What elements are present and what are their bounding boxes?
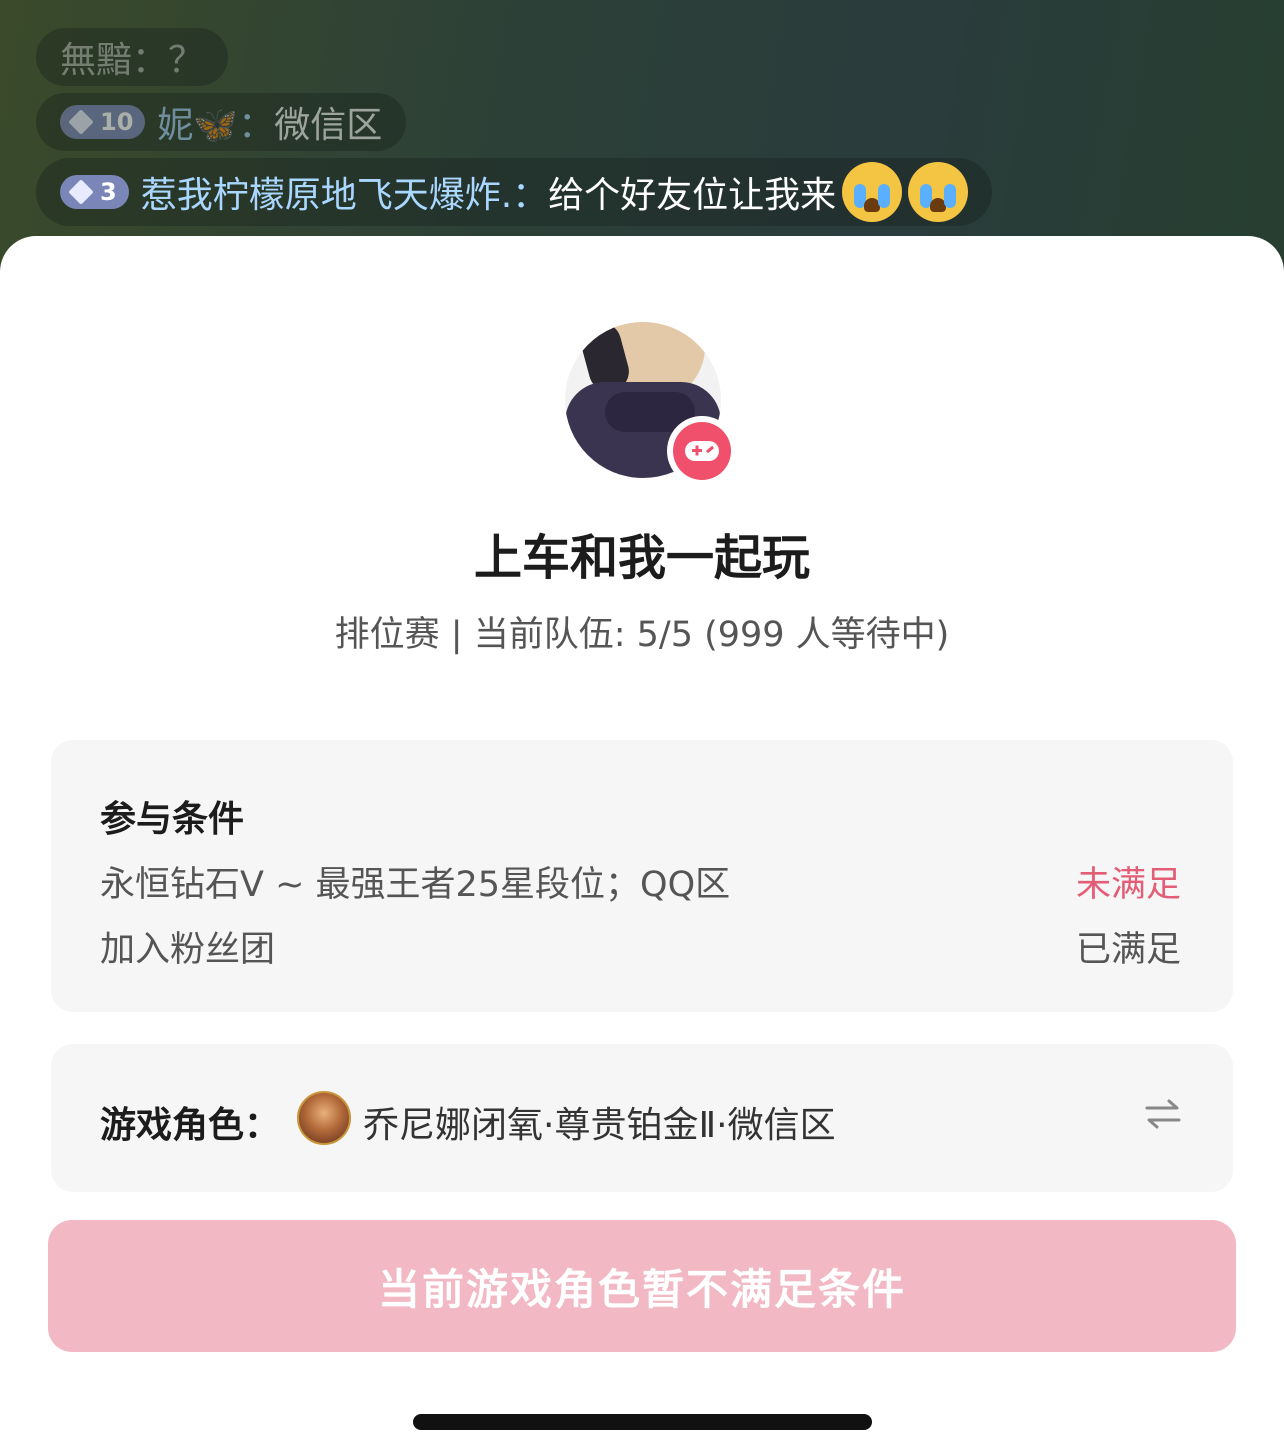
chat-message: 3 惹我柠檬原地飞天爆炸.： 给个好友位让我来	[36, 158, 993, 226]
fan-level-badge: 3	[60, 175, 129, 209]
host-avatar	[565, 322, 737, 486]
chat-message: 無黯： ？	[36, 28, 229, 86]
game-character-avatar	[297, 1091, 351, 1145]
team-status-subtitle: 排位赛 | 当前队伍: 5/5 (999 人等待中)	[334, 615, 950, 655]
swap-icon[interactable]	[1143, 1094, 1183, 1134]
join-team-sheet: 上车和我一起玩 排位赛 | 当前队伍: 5/5 (999 人等待中) 参与条件 …	[0, 236, 1284, 1449]
chat-text: ？	[168, 40, 205, 81]
condition-label: 永恒钻石Ⅴ ~ 最强王者25星段位；QQ区	[100, 865, 731, 905]
game-role-value: 乔尼娜闭氧·尊贵铂金Ⅱ·微信区	[363, 1105, 836, 1146]
condition-label: 加入粉丝团	[100, 930, 276, 970]
condition-status: 未满足	[1075, 865, 1181, 905]
chat-username: 無黯：	[60, 40, 169, 81]
join-button-disabled[interactable]: 当前游戏角色暂不满足条件	[48, 1220, 1236, 1352]
game-role-card[interactable]: 游戏角色： 乔尼娜闭氧·尊贵铂金Ⅱ·微信区	[51, 1044, 1233, 1192]
gamepad-icon	[667, 416, 737, 486]
fan-level-badge: 10	[60, 105, 146, 139]
chat-username: 妮🦋：	[157, 105, 275, 146]
diamond-icon	[68, 109, 94, 135]
game-role-label: 游戏角色：	[100, 1105, 281, 1146]
condition-row: 永恒钻石Ⅴ ~ 最强王者25星段位；QQ区 未满足	[100, 856, 1181, 907]
crying-face-icon	[908, 162, 969, 222]
conditions-heading: 参与条件	[100, 799, 245, 840]
condition-status: 已满足	[1075, 930, 1181, 970]
chat-message: 10 妮🦋： 微信区	[36, 93, 407, 151]
conditions-card: 参与条件 永恒钻石Ⅴ ~ 最强王者25星段位；QQ区 未满足 加入粉丝团 已满足	[51, 740, 1233, 1012]
chat-username: 惹我柠檬原地飞天爆炸.：	[140, 175, 549, 216]
sheet-title: 上车和我一起玩	[473, 530, 810, 586]
diamond-icon	[68, 179, 94, 205]
live-chat-overlay: 無黯： ？ 10 妮🦋： 微信区 3 惹我柠檬原地飞天爆炸.： 给个好友位让我来	[0, 0, 1284, 260]
crying-face-icon	[842, 162, 903, 222]
chat-text: 微信区	[274, 105, 383, 146]
chat-text: 给个好友位让我来	[548, 175, 837, 216]
condition-row: 加入粉丝团 已满足	[100, 921, 1181, 972]
home-indicator[interactable]	[413, 1414, 872, 1430]
